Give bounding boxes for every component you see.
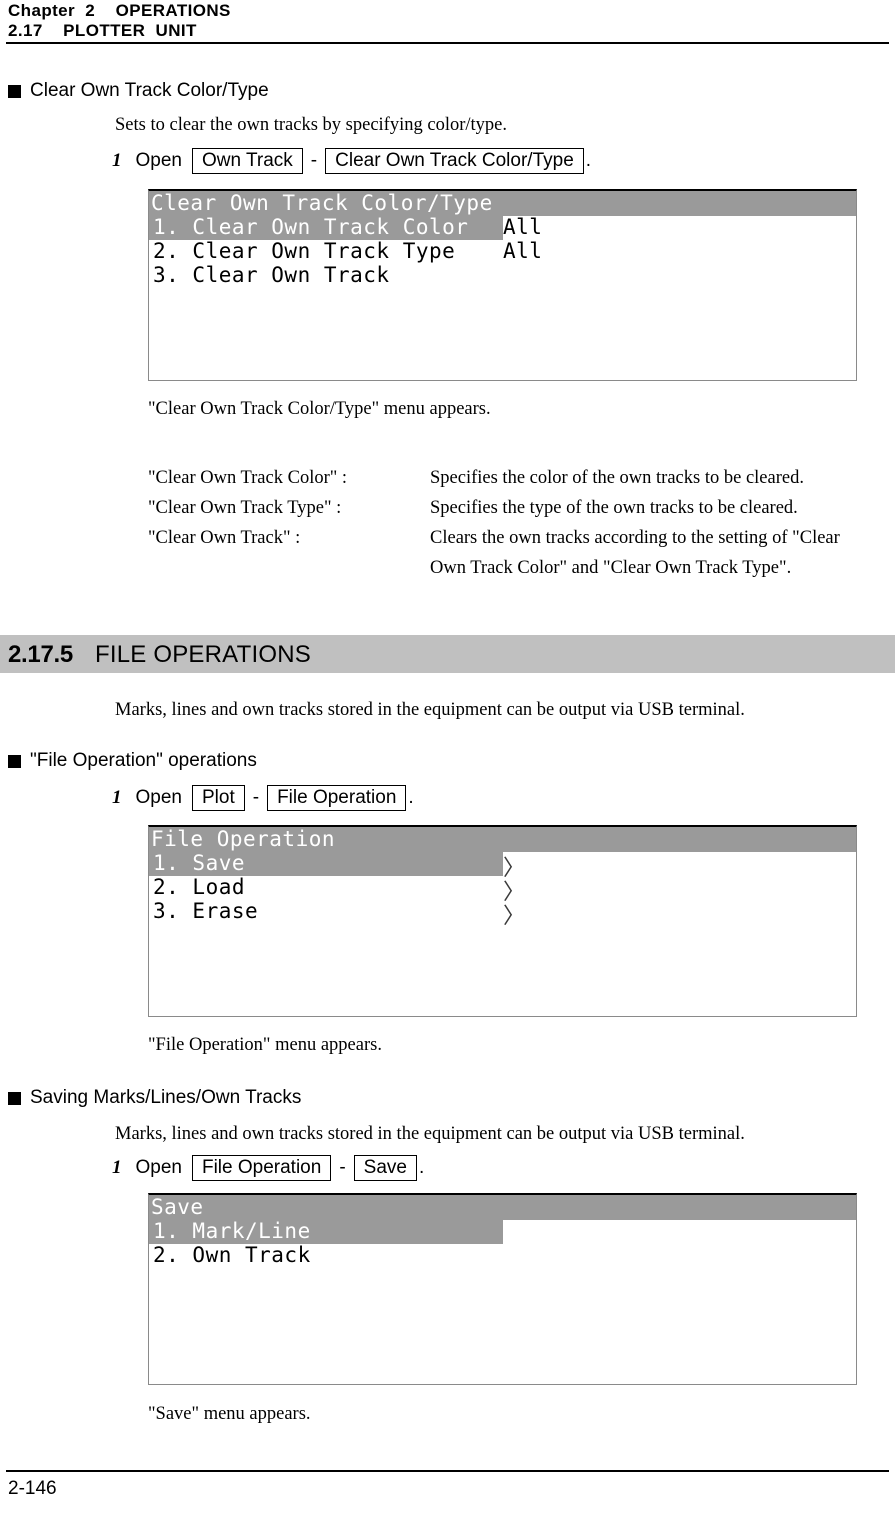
key-file-operation[interactable]: File Operation <box>267 785 407 812</box>
heading-clear-own-track: Clear Own Track Color/Type <box>8 80 269 102</box>
menu-row-label: 1. Save <box>153 851 246 875</box>
menu-screenshot-file-operation: File Operation 1. Save 〉 2. Load 〉 3. Er… <box>148 825 857 1017</box>
menu-row[interactable]: 1. Save 〉 <box>149 851 856 881</box>
menu-title-bar: Clear Own Track Color/Type <box>149 191 856 216</box>
menu-screenshot-clear-own-track: Clear Own Track Color/Type 1. Clear Own … <box>148 189 857 381</box>
description-term: "Clear Own Track" : <box>148 528 301 548</box>
chevron-right-icon: 〉 <box>503 904 526 929</box>
black-square-bullet-icon <box>8 754 21 768</box>
step-period: . <box>585 150 592 172</box>
menu-row[interactable]: 1. Clear Own Track Color All <box>149 215 856 240</box>
key-own-track[interactable]: Own Track <box>191 148 303 175</box>
step-open-label: Open <box>135 787 182 809</box>
menu-row-label: 2. Own Track <box>153 1243 311 1267</box>
step-file-operation: 1 Open Plot - File Operation . <box>112 785 414 812</box>
menu-row[interactable]: 2. Own Track <box>149 1243 856 1268</box>
step-separator: - <box>310 150 318 172</box>
description-row: "Clear Own Track" : Clears the own track… <box>148 528 840 549</box>
description-term: "Clear Own Track Color" : <box>148 468 348 488</box>
menu-title-label: Save <box>151 1195 204 1219</box>
menu-screenshot-save: Save 1. Mark/Line 2. Own Track <box>148 1193 857 1385</box>
description-definition: Specifies the color of the own tracks to… <box>430 468 804 488</box>
step-number: 1 <box>112 787 122 809</box>
menu-row-label: 1. Clear Own Track Color <box>153 215 469 239</box>
step-separator: - <box>339 1157 346 1179</box>
heading-saving-marks-label: Saving Marks/Lines/Own Tracks <box>30 1087 302 1108</box>
menu-row[interactable]: 2. Clear Own Track Type All <box>149 239 856 264</box>
menu-row-label: 2. Load <box>153 875 246 899</box>
menu-title-label: File Operation <box>151 827 336 851</box>
caption-clear-own-track: "Clear Own Track Color/Type" menu appear… <box>148 399 491 419</box>
section-title: FILE OPERATIONS <box>95 641 311 668</box>
heading-clear-own-track-label: Clear Own Track Color/Type <box>30 80 269 101</box>
step-number: 1 <box>112 1157 122 1179</box>
step-clear-own-track: 1 Open Own Track - Clear Own Track Color… <box>112 148 592 175</box>
page-number: 2-146 <box>8 1478 57 1499</box>
footer-rule <box>6 1470 889 1472</box>
menu-title-bar: Save <box>149 1195 856 1220</box>
menu-title-bar: File Operation <box>149 827 856 852</box>
step-separator: - <box>252 787 260 809</box>
menu-row[interactable]: 3. Erase 〉 <box>149 899 856 929</box>
black-square-bullet-icon <box>8 84 21 98</box>
step-open-label: Open <box>135 150 182 172</box>
menu-row-value: All <box>503 215 543 239</box>
menu-row-label: 3. Clear Own Track <box>153 263 390 287</box>
intro-clear-own-track: Sets to clear the own tracks by specifyi… <box>115 115 507 135</box>
menu-row[interactable]: 3. Clear Own Track <box>149 263 856 288</box>
menu-row[interactable]: 1. Mark/Line <box>149 1219 856 1244</box>
key-file-operation[interactable]: File Operation <box>191 1155 332 1182</box>
menu-row-label: 1. Mark/Line <box>153 1219 311 1243</box>
step-open-label: Open <box>135 1157 182 1179</box>
section-number: 2.17.5 <box>8 641 73 668</box>
menu-row-label: 3. Erase <box>153 899 259 923</box>
menu-row-value: All <box>503 239 543 263</box>
key-plot[interactable]: Plot <box>191 785 245 812</box>
caption-save: "Save" menu appears. <box>148 1404 311 1424</box>
menu-row-label: 2. Clear Own Track Type <box>153 239 456 263</box>
heading-saving-marks: Saving Marks/Lines/Own Tracks <box>8 1087 301 1109</box>
black-square-bullet-icon <box>8 1091 21 1105</box>
heading-file-operation-operations: "File Operation" operations <box>8 750 257 772</box>
caption-file-operation: "File Operation" menu appears. <box>148 1035 382 1055</box>
key-save[interactable]: Save <box>353 1155 417 1182</box>
description-row: "Clear Own Track Type" : Specifies the t… <box>148 498 840 519</box>
step-number: 1 <box>112 150 122 172</box>
intro-file-operations: Marks, lines and own tracks stored in th… <box>115 700 745 720</box>
intro-saving-marks: Marks, lines and own tracks stored in th… <box>115 1124 745 1144</box>
step-saving-marks: 1 Open File Operation - Save . <box>112 1155 425 1182</box>
header-rule <box>6 42 889 44</box>
key-clear-own-track-color-type[interactable]: Clear Own Track Color/Type <box>325 148 584 175</box>
menu-row[interactable]: 2. Load 〉 <box>149 875 856 905</box>
description-row: "Clear Own Track Color" : Specifies the … <box>148 468 840 489</box>
description-term: "Clear Own Track Type" : <box>148 498 342 518</box>
description-definition: Clears the own tracks according to the s… <box>430 528 840 548</box>
header-section-line: 2.17 PLOTTER UNIT <box>8 21 197 40</box>
menu-title-label: Clear Own Track Color/Type <box>151 191 493 215</box>
step-period: . <box>418 1157 425 1179</box>
heading-file-operation-operations-label: "File Operation" operations <box>30 750 257 771</box>
header-chapter-line: Chapter 2 OPERATIONS <box>8 1 231 20</box>
descriptions-clear-own-track: "Clear Own Track Color" : Specifies the … <box>148 468 840 579</box>
step-period: . <box>408 787 414 809</box>
description-continuation: Own Track Color" and "Clear Own Track Ty… <box>430 558 792 578</box>
section-heading-file-operations: 2.17.5 FILE OPERATIONS <box>0 635 895 673</box>
description-definition: Specifies the type of the own tracks to … <box>430 498 798 518</box>
